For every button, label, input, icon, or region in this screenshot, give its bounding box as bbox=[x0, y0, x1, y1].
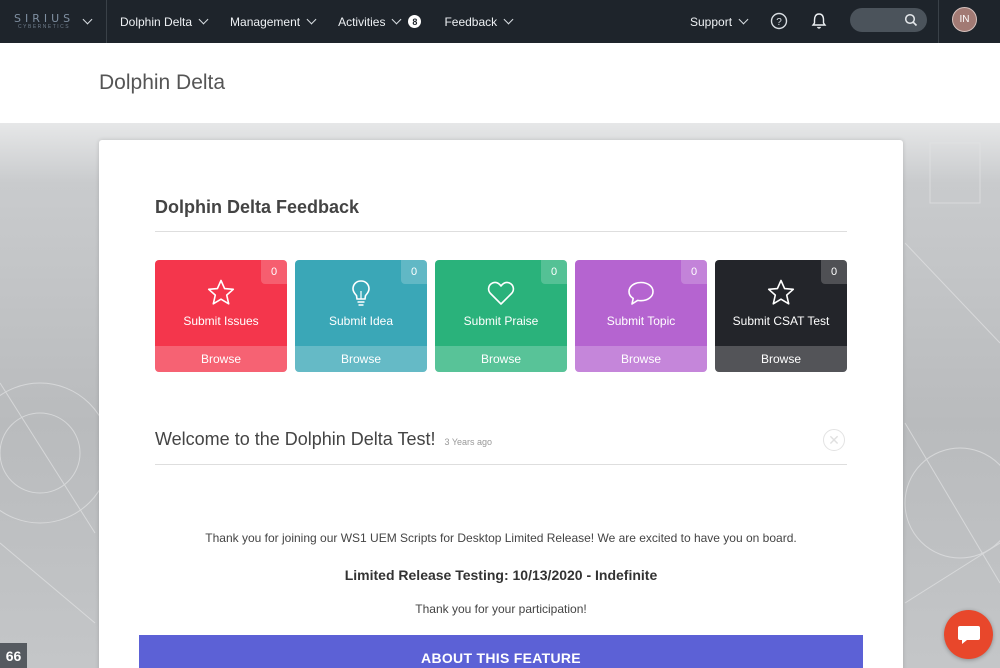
browse-button[interactable]: Browse bbox=[295, 346, 427, 372]
dismiss-icon[interactable]: ✕ bbox=[823, 429, 845, 451]
nav-divider bbox=[938, 0, 939, 43]
speech-bubble-icon bbox=[626, 278, 656, 308]
search-input[interactable] bbox=[850, 8, 927, 32]
tile-submit-issues-main[interactable]: Submit Issues 0 bbox=[155, 260, 287, 346]
browse-button[interactable]: Browse bbox=[155, 346, 287, 372]
search-icon bbox=[904, 13, 918, 27]
star-icon bbox=[766, 278, 796, 308]
divider bbox=[155, 464, 847, 465]
welcome-title: Welcome to the Dolphin Delta Test! bbox=[155, 429, 436, 449]
top-navigation: SIRIUS CYBERNETICS Dolphin Delta Managem… bbox=[0, 0, 1000, 43]
chat-bubble-icon[interactable] bbox=[944, 610, 993, 659]
star-icon bbox=[206, 278, 236, 308]
tile-submit-topic[interactable]: Submit Topic 0 Browse bbox=[575, 260, 707, 372]
divider bbox=[155, 231, 847, 232]
nav-support[interactable]: Support bbox=[690, 0, 749, 43]
chevron-down-icon bbox=[82, 14, 93, 25]
release-dates: Limited Release Testing: 10/13/2020 - In… bbox=[344, 567, 658, 583]
tile-submit-csat-test-main[interactable]: Submit CSAT Test 0 bbox=[715, 260, 847, 346]
browse-button[interactable]: Browse bbox=[575, 346, 707, 372]
tile-submit-praise-main[interactable]: Submit Praise 0 bbox=[435, 260, 567, 346]
nav-dolphin-delta[interactable]: Dolphin Delta bbox=[120, 0, 209, 43]
tile-submit-csat-test[interactable]: Submit CSAT Test 0 Browse bbox=[715, 260, 847, 372]
tile-submit-issues[interactable]: Submit Issues 0 Browse bbox=[155, 260, 287, 372]
svg-text:?: ? bbox=[776, 17, 782, 28]
nav-activities[interactable]: Activities 8 bbox=[338, 0, 422, 43]
avatar[interactable]: IN bbox=[952, 7, 977, 32]
bell-icon[interactable] bbox=[809, 11, 829, 31]
about-this-feature-button[interactable]: ABOUT THIS FEATURE bbox=[139, 635, 863, 668]
welcome-heading: Welcome to the Dolphin Delta Test! 3 Yea… bbox=[155, 429, 492, 450]
tile-submit-idea[interactable]: Submit Idea 0 Browse bbox=[295, 260, 427, 372]
logo-menu[interactable]: SIRIUS CYBERNETICS bbox=[0, 0, 107, 43]
tile-count: 0 bbox=[821, 260, 847, 284]
tile-submit-idea-main[interactable]: Submit Idea 0 bbox=[295, 260, 427, 346]
tile-count: 0 bbox=[541, 260, 567, 284]
activities-count-badge: 8 bbox=[408, 15, 422, 28]
nav-feedback[interactable]: Feedback bbox=[444, 0, 514, 43]
lightbulb-icon bbox=[346, 278, 376, 308]
chevron-down-icon bbox=[391, 14, 402, 25]
browse-button[interactable]: Browse bbox=[715, 346, 847, 372]
chevron-down-icon bbox=[306, 14, 317, 25]
feedback-card: Dolphin Delta Feedback Submit Issues 0 B… bbox=[99, 140, 903, 668]
quote-tab[interactable]: 66 bbox=[0, 643, 27, 668]
feedback-section-title: Dolphin Delta Feedback bbox=[155, 197, 360, 217]
chevron-down-icon bbox=[503, 14, 514, 25]
heart-icon bbox=[486, 278, 516, 308]
tile-submit-topic-main[interactable]: Submit Topic 0 bbox=[575, 260, 707, 346]
nav-management[interactable]: Management bbox=[230, 0, 317, 43]
welcome-message: Thank you for joining our WS1 UEM Script… bbox=[205, 531, 797, 545]
tile-count: 0 bbox=[261, 260, 287, 284]
chevron-down-icon bbox=[198, 14, 209, 25]
chevron-down-icon bbox=[738, 14, 749, 25]
question-circle-icon[interactable]: ? bbox=[769, 11, 789, 31]
post-timestamp: 3 Years ago bbox=[444, 437, 493, 447]
browse-button[interactable]: Browse bbox=[435, 346, 567, 372]
page-header: Dolphin Delta bbox=[0, 43, 1000, 123]
tile-count: 0 bbox=[681, 260, 707, 284]
tile-count: 0 bbox=[401, 260, 427, 284]
thank-you-message: Thank you for your participation! bbox=[415, 602, 587, 616]
tile-submit-praise[interactable]: Submit Praise 0 Browse bbox=[435, 260, 567, 372]
sirius-logo: SIRIUS CYBERNETICS bbox=[14, 12, 75, 30]
page-title: Dolphin Delta bbox=[99, 71, 226, 94]
